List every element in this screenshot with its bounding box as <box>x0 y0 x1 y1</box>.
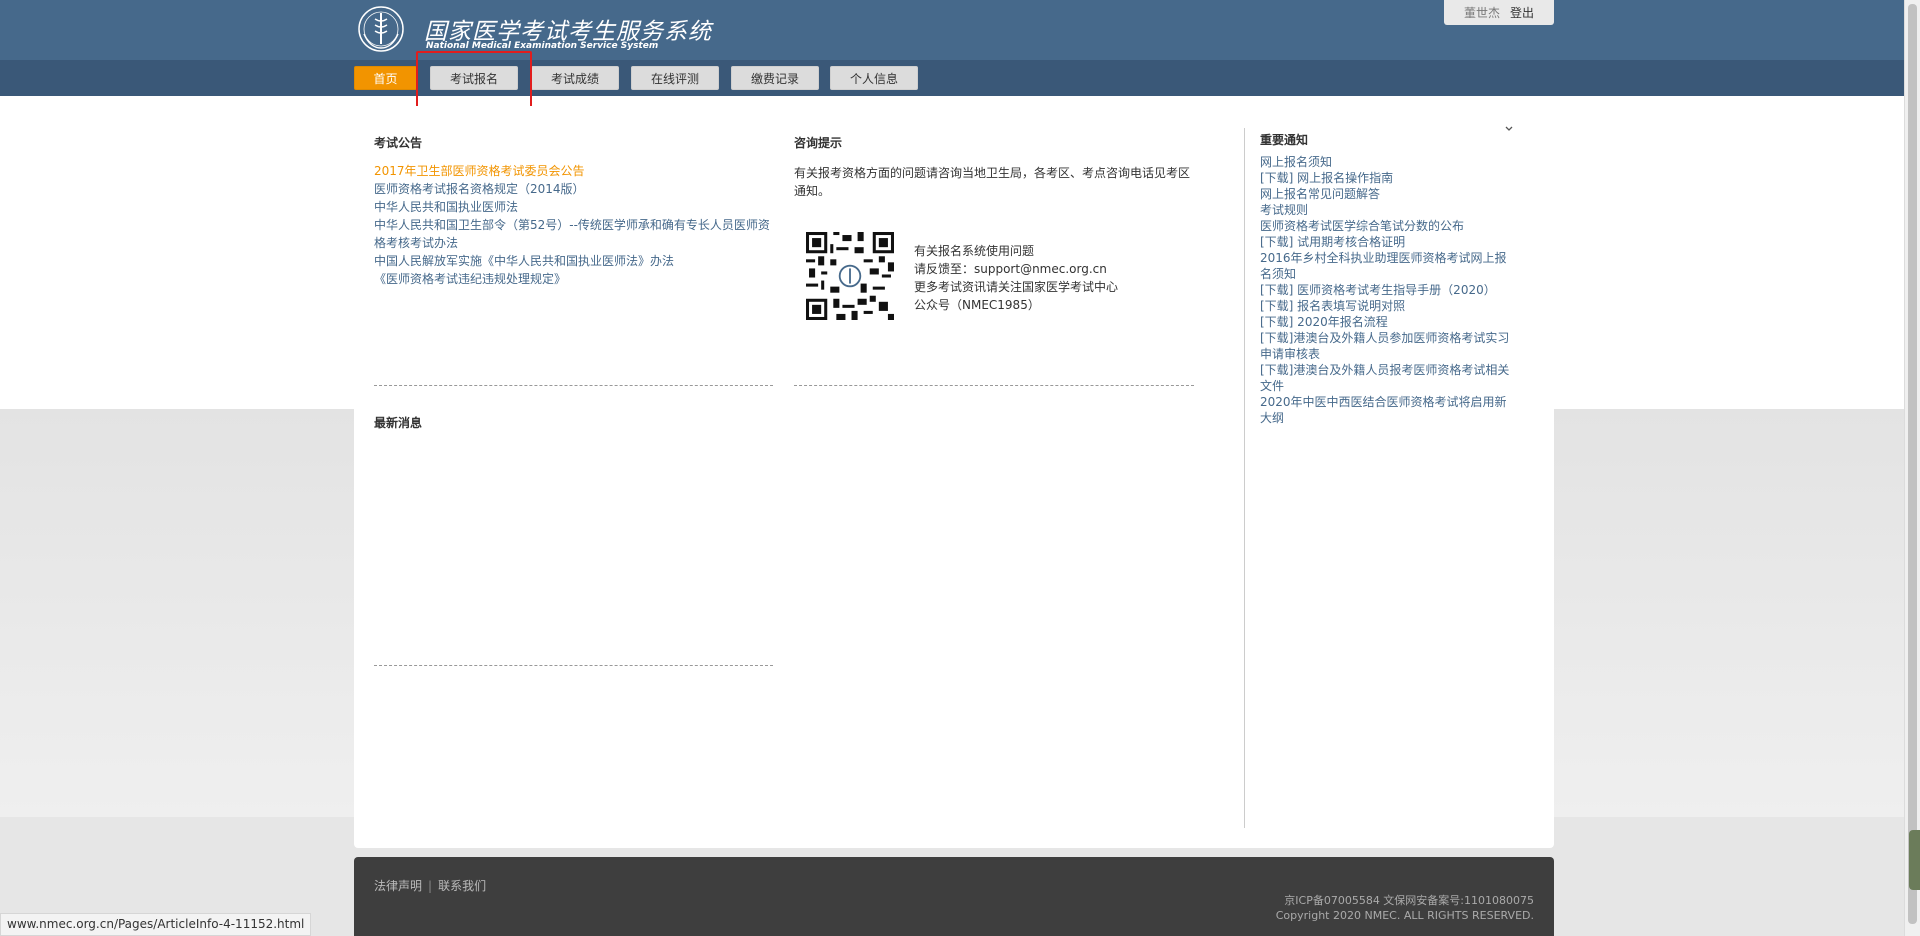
announcement-item[interactable]: 医师资格考试报名资格规定（2014版） <box>374 180 774 198</box>
qr-info-line: 请反馈至：support@nmec.org.cn <box>914 262 1107 276</box>
nav-personal-info[interactable]: 个人信息 <box>830 66 918 90</box>
notice-item[interactable]: 2016年乡村全科执业助理医师资格考试网上报名须知 <box>1260 250 1518 282</box>
notice-item[interactable]: [下载]港澳台及外籍人员参加医师资格考试实习申请审核表 <box>1260 330 1518 362</box>
notice-item[interactable]: 医师资格考试医学综合笔试分数的公布 <box>1260 218 1518 234</box>
news-title: 最新消息 <box>374 416 423 430</box>
copyright-text: Copyright 2020 NMEC. ALL RIGHTS RESERVED… <box>1275 909 1534 922</box>
footer: 法律声明 | 联系我们 京ICP备07005584 文保网安备案号:11010800… <box>354 857 1554 936</box>
qr-info: 有关报名系统使用问题 请反馈至：support@nmec.org.cn 更多考试… <box>914 242 1118 314</box>
footer-links: 法律声明 | 联系我们 <box>374 877 486 894</box>
logout-link[interactable]: 登出 <box>1510 4 1534 21</box>
announcement-item[interactable]: 中华人民共和国执业医师法 <box>374 198 774 216</box>
contact-link[interactable]: 联系我们 <box>438 879 486 893</box>
qr-code-icon <box>806 232 894 320</box>
announcement-item[interactable]: 《医师资格考试违纪违规处理规定》 <box>374 270 774 288</box>
column-divider <box>1244 128 1245 828</box>
side-widget-tab[interactable] <box>1909 830 1920 890</box>
footer-legal-info: 京ICP备07005584 文保网安备案号:1101080075 Copyrig… <box>1276 893 1534 923</box>
notices-title: 重要通知 <box>1260 133 1309 147</box>
footer-separator: | <box>428 879 433 893</box>
notice-item[interactable]: 网上报名须知 <box>1260 154 1518 170</box>
nav-band <box>0 60 1904 96</box>
consult-text: 有关报考资格方面的问题请咨询当地卫生局，各考区、考点咨询电话见考区通知。 <box>794 166 1191 198</box>
notice-item[interactable]: [下载] 网上报名操作指南 <box>1260 170 1518 186</box>
announcements-title: 考试公告 <box>374 136 423 150</box>
nav-exam-registration[interactable]: 考试报名 <box>430 66 518 90</box>
header-band <box>0 0 1904 60</box>
notice-item[interactable]: 2020年中医中西医结合医师资格考试将启用新大纲 <box>1260 394 1518 426</box>
user-name: 董世杰 <box>1463 6 1500 20</box>
chevron-down-icon[interactable] <box>1502 122 1516 136</box>
vertical-scrollbar[interactable] <box>1904 0 1920 936</box>
status-bar-url: www.nmec.org.cn/Pages/ArticleInfo-4-1115… <box>0 913 312 936</box>
scrollbar-thumb[interactable] <box>1908 4 1917 924</box>
qr-info-line: 更多考试资讯请关注国家医学考试中心 <box>914 280 1119 294</box>
divider <box>374 385 773 386</box>
announcement-list: 2017年卫生部医师资格考试委员会公告 医师资格考试报名资格规定（2014版） … <box>374 162 774 288</box>
announcement-item[interactable]: 2017年卫生部医师资格考试委员会公告 <box>374 162 774 180</box>
notice-item[interactable]: [下载] 试用期考核合格证明 <box>1260 234 1518 250</box>
notice-item[interactable]: [下载] 2020年报名流程 <box>1260 314 1518 330</box>
notice-item[interactable]: 网上报名常见问题解答 <box>1260 186 1518 202</box>
qr-info-line: 公众号（NMEC1985） <box>914 298 1040 312</box>
nav-home[interactable]: 首页 <box>354 66 417 90</box>
user-box: 董世杰 登出 <box>1444 0 1554 25</box>
notice-list: 网上报名须知 [下载] 网上报名操作指南 网上报名常见问题解答 考试规则 医师资… <box>1260 154 1518 426</box>
nav-exam-scores[interactable]: 考试成绩 <box>531 66 619 90</box>
qr-info-line: 有关报名系统使用问题 <box>914 244 1035 258</box>
consult-title: 咨询提示 <box>794 136 843 150</box>
notice-item[interactable]: [下载] 报名表填写说明对照 <box>1260 298 1518 314</box>
nav-payment-records[interactable]: 缴费记录 <box>731 66 819 90</box>
announcement-item[interactable]: 中华人民共和国卫生部令（第52号）--传统医学师承和确有专长人员医师资格考核考试… <box>374 216 774 252</box>
divider <box>794 385 1194 386</box>
nmec-logo-icon <box>358 6 404 52</box>
main-panel: 考试公告 2017年卫生部医师资格考试委员会公告 医师资格考试报名资格规定（20… <box>354 106 1554 848</box>
announcement-item[interactable]: 中国人民解放军实施《中华人民共和国执业医师法》办法 <box>374 252 774 270</box>
divider <box>374 665 773 666</box>
site-subtitle: National Medical Examination Service Sys… <box>426 41 659 51</box>
notice-item[interactable]: [下载] 医师资格考试考生指导手册（2020） <box>1260 282 1518 298</box>
legal-link[interactable]: 法律声明 <box>374 879 422 893</box>
nav-online-assessment[interactable]: 在线评测 <box>631 66 719 90</box>
notice-item[interactable]: 考试规则 <box>1260 202 1518 218</box>
notice-item[interactable]: [下载]港澳台及外籍人员报考医师资格考试相关文件 <box>1260 362 1518 394</box>
icp-text: 京ICP备07005584 文保网安备案号:1101080075 <box>1284 894 1534 907</box>
